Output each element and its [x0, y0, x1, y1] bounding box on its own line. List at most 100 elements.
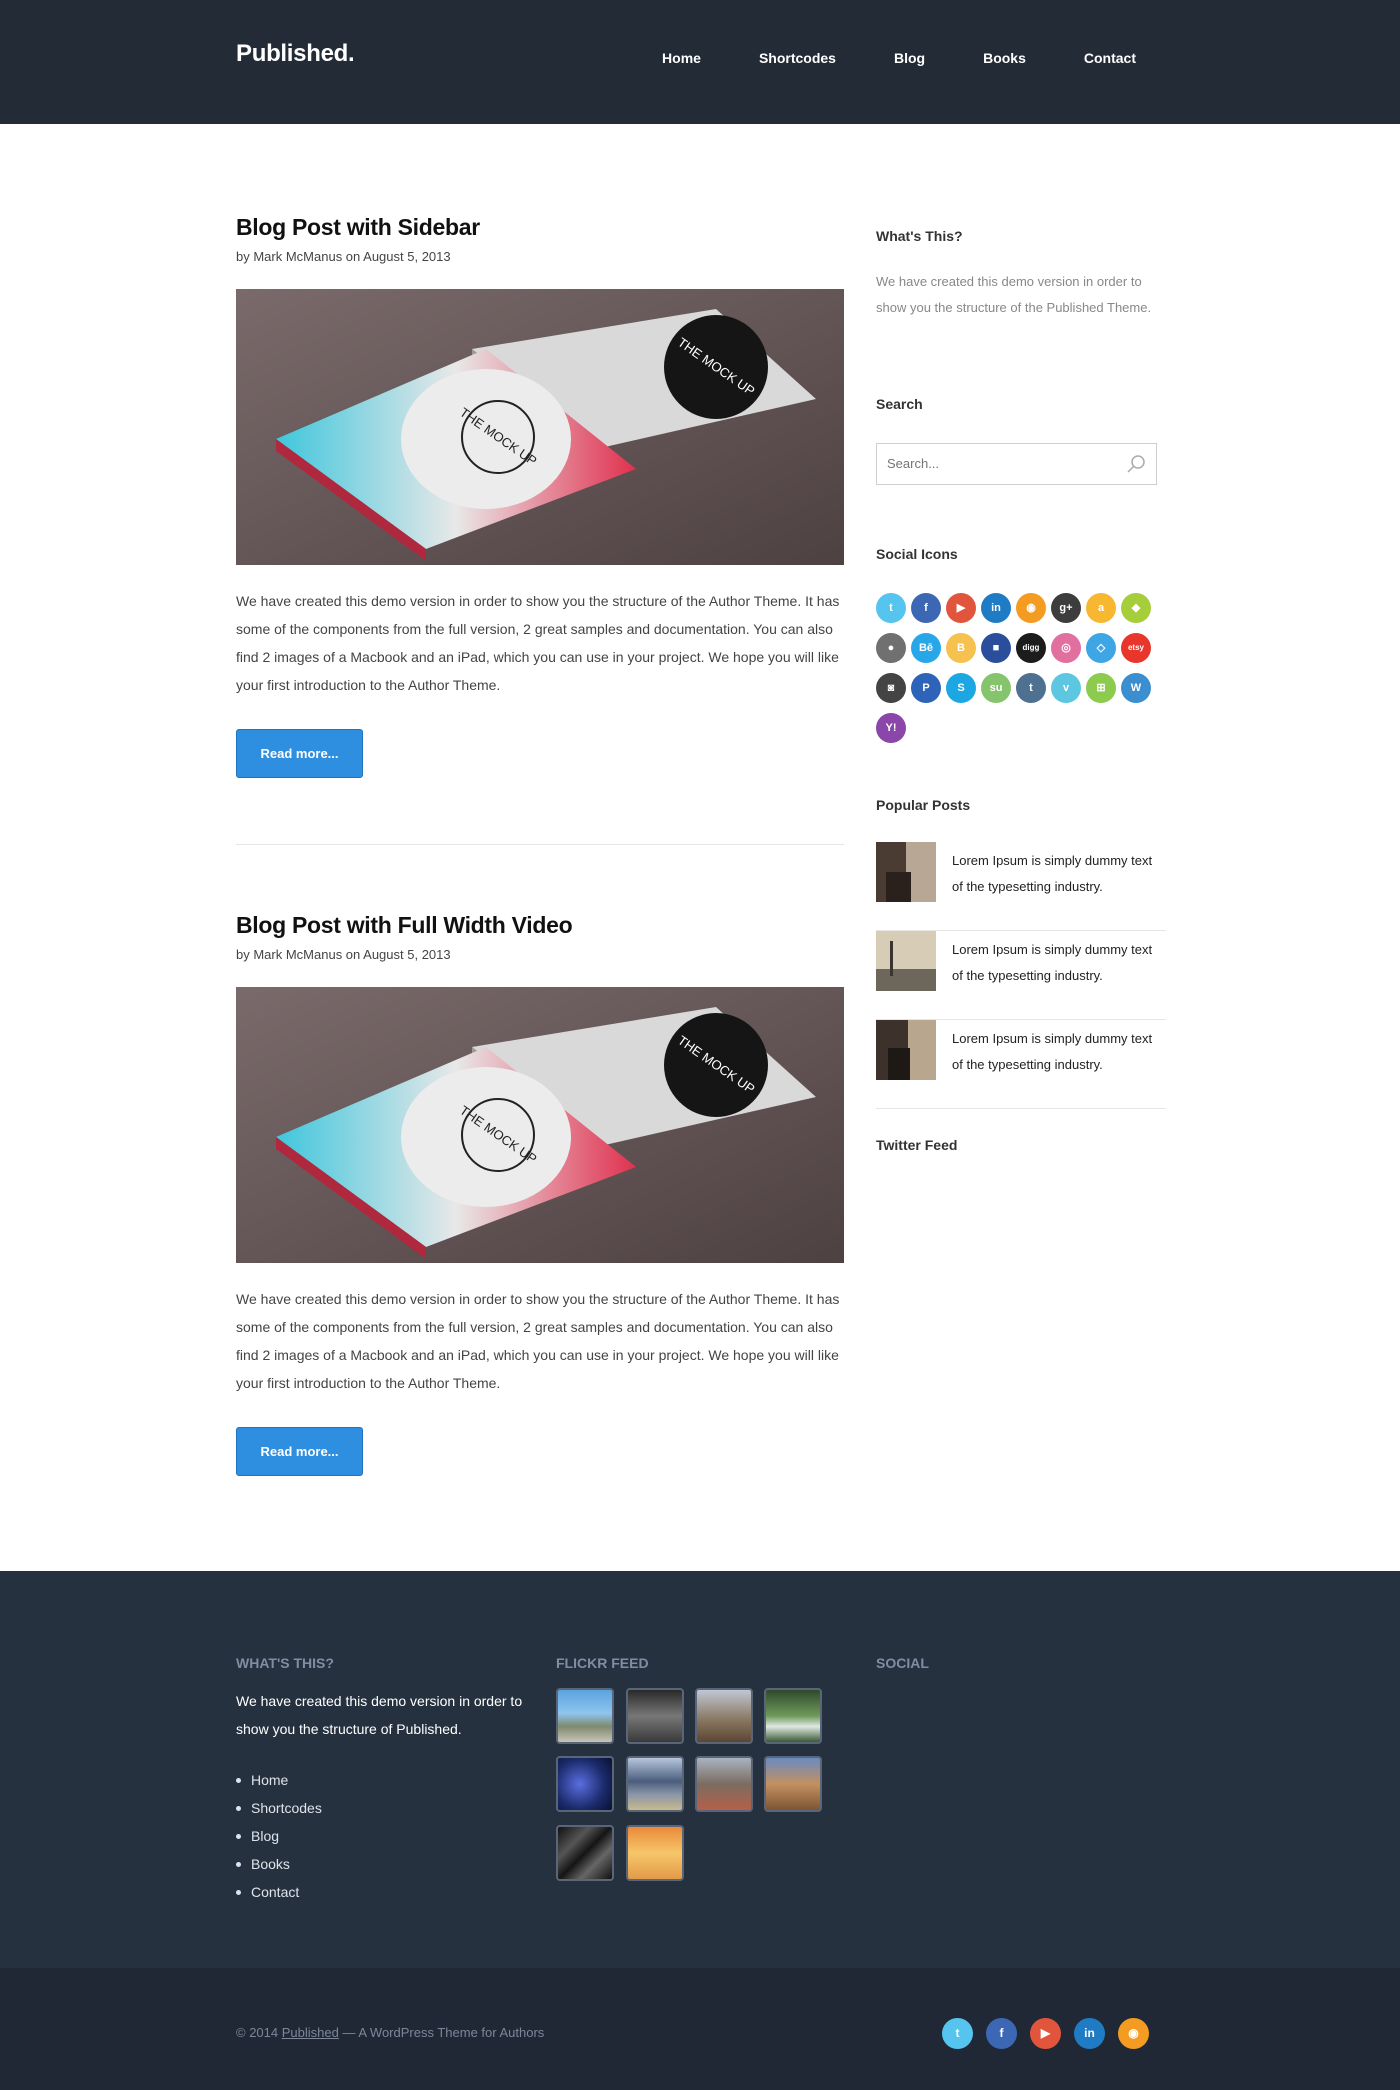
flickr-thumbnail[interactable] — [626, 1756, 684, 1812]
widget-title: Social Icons — [876, 546, 958, 562]
amazon-icon[interactable]: a — [1086, 593, 1116, 623]
widget-text: We have created this demo version in ord… — [876, 274, 1152, 315]
nav-books[interactable]: Books — [983, 50, 1026, 66]
post-title[interactable]: Blog Post with Sidebar — [236, 214, 844, 241]
linkedin-icon[interactable]: in — [1074, 2018, 1105, 2049]
flickr-thumbnail[interactable] — [556, 1825, 614, 1881]
stumbleupon-icon[interactable]: su — [981, 673, 1011, 703]
skype-icon[interactable]: S — [946, 673, 976, 703]
post-image[interactable]: THE MOCK UP THE MOCK UP — [236, 289, 844, 565]
footer-link-shortcodes[interactable]: Shortcodes — [236, 1794, 322, 1822]
sidebar-social-title-wrap: Social Icons — [876, 546, 1166, 562]
popular-post-title[interactable]: Lorem Ipsum is simply dummy text of the … — [952, 848, 1166, 900]
footer-link-blog[interactable]: Blog — [236, 1822, 322, 1850]
delicious-icon[interactable]: ■ — [981, 633, 1011, 663]
behance-icon[interactable]: Bē — [911, 633, 941, 663]
flickr-thumbnail[interactable] — [556, 1756, 614, 1812]
flickr-thumbnail[interactable] — [556, 1688, 614, 1744]
sidebar-search-title-wrap: Search — [876, 396, 1166, 412]
vimeo-icon[interactable]: v — [1051, 673, 1081, 703]
search-input[interactable] — [887, 456, 1107, 471]
popular-post-thumbnail — [876, 1020, 936, 1080]
post-meta: by Mark McManus on August 5, 2013 — [236, 947, 451, 962]
main-nav: Home Shortcodes Blog Books Contact — [604, 50, 1136, 66]
popular-post-thumbnail — [876, 931, 936, 991]
post-title[interactable]: Blog Post with Full Width Video — [236, 912, 844, 939]
footer-link-home[interactable]: Home — [236, 1766, 322, 1794]
footer-text: We have created this demo version in ord… — [236, 1693, 523, 1737]
flickr-thumbnail[interactable] — [626, 1688, 684, 1744]
rss-icon[interactable]: ◉ — [1118, 2018, 1149, 2049]
instagram-icon[interactable]: ◙ — [876, 673, 906, 703]
business-card-mockup-image: THE MOCK UP THE MOCK UP — [236, 289, 844, 565]
post-excerpt: We have created this demo version in ord… — [236, 593, 840, 693]
sidebar-twitter-title-wrap: Twitter Feed — [876, 1137, 1166, 1153]
apple-icon[interactable]: ● — [876, 633, 906, 663]
footer-title: WHAT'S THIS? — [236, 1655, 334, 1671]
popular-post[interactable]: Lorem Ipsum is simply dummy text of the … — [876, 842, 1166, 931]
flickr-thumbnail[interactable] — [626, 1825, 684, 1881]
digg-icon[interactable]: digg — [1016, 633, 1046, 663]
popular-post-title[interactable]: Lorem Ipsum is simply dummy text of the … — [952, 937, 1166, 989]
twitter-icon[interactable]: t — [876, 593, 906, 623]
google-plus-icon[interactable]: g+ — [1051, 593, 1081, 623]
footer-bottom-bar — [0, 1968, 1400, 2090]
widget-title: What's This? — [876, 228, 963, 244]
widget-title: Search — [876, 396, 923, 412]
facebook-icon[interactable]: f — [911, 593, 941, 623]
linkedin-icon[interactable]: in — [981, 593, 1011, 623]
youtube-icon[interactable]: ▶ — [946, 593, 976, 623]
sidebar-popular-title-wrap: Popular Posts — [876, 797, 1166, 813]
dribbble-icon[interactable]: ◎ — [1051, 633, 1081, 663]
copyright-prefix: © 2014 — [236, 2025, 282, 2040]
sidebar-whats-this: What's This? We have created this demo v… — [876, 228, 1166, 321]
flickr-thumbnail[interactable] — [764, 1688, 822, 1744]
tumblr-icon[interactable]: t — [1016, 673, 1046, 703]
blog-post: Blog Post with Full Width Video by Mark … — [236, 912, 844, 1476]
etsy-icon[interactable]: etsy — [1121, 633, 1151, 663]
post-meta: by Mark McManus on August 5, 2013 — [236, 249, 451, 264]
flickr-thumbnail[interactable] — [695, 1688, 753, 1744]
widget-title: Twitter Feed — [876, 1137, 958, 1153]
business-card-mockup-image: THE MOCK UP THE MOCK UP — [236, 987, 844, 1263]
yahoo-icon[interactable]: Y! — [876, 713, 906, 743]
nav-blog[interactable]: Blog — [894, 50, 925, 66]
copyright: © 2014 Published — A WordPress Theme for… — [236, 2025, 544, 2040]
read-more-button[interactable]: Read more... — [236, 1427, 363, 1476]
footer-link-contact[interactable]: Contact — [236, 1878, 322, 1906]
rss-icon[interactable]: ◉ — [1016, 593, 1046, 623]
twitter-icon[interactable]: t — [942, 2018, 973, 2049]
blog-post: Blog Post with Sidebar by Mark McManus o… — [236, 214, 844, 778]
copyright-brand-link[interactable]: Published — [282, 2025, 339, 2040]
nav-home[interactable]: Home — [662, 50, 701, 66]
site-header: Published. Home Shortcodes Blog Books Co… — [0, 0, 1400, 124]
footer-link-books[interactable]: Books — [236, 1850, 322, 1878]
copyright-suffix: — A WordPress Theme for Authors — [338, 2025, 545, 2040]
post-image[interactable]: THE MOCK UP THE MOCK UP — [236, 987, 844, 1263]
popular-post[interactable]: Lorem Ipsum is simply dummy text of the … — [876, 1020, 1166, 1109]
widget-title: Popular Posts — [876, 797, 971, 813]
flickr-thumbnail[interactable] — [764, 1756, 822, 1812]
youtube-icon[interactable]: ▶ — [1030, 2018, 1061, 2049]
site-logo[interactable]: Published. — [236, 40, 355, 68]
post-excerpt: We have created this demo version in ord… — [236, 1291, 840, 1391]
popular-post-title[interactable]: Lorem Ipsum is simply dummy text of the … — [952, 1026, 1166, 1078]
flickr-thumbnail[interactable] — [695, 1756, 753, 1812]
post-divider — [236, 844, 844, 845]
footer-title: SOCIAL — [876, 1655, 929, 1671]
android-icon[interactable]: ◆ — [1121, 593, 1151, 623]
read-more-button[interactable]: Read more... — [236, 729, 363, 778]
dropbox-icon[interactable]: ◇ — [1086, 633, 1116, 663]
popular-post[interactable]: Lorem Ipsum is simply dummy text of the … — [876, 931, 1166, 1020]
paypal-icon[interactable]: P — [911, 673, 941, 703]
search-icon[interactable] — [1126, 454, 1146, 474]
footer-title: FLICKR FEED — [556, 1655, 649, 1671]
facebook-icon[interactable]: f — [986, 2018, 1017, 2049]
footer-links: Home Shortcodes Blog Books Contact — [236, 1766, 322, 1906]
wordpress-icon[interactable]: W — [1121, 673, 1151, 703]
windows-icon[interactable]: ⊞ — [1086, 673, 1116, 703]
blogger-icon[interactable]: B — [946, 633, 976, 663]
search-box — [876, 443, 1157, 485]
nav-contact[interactable]: Contact — [1084, 50, 1136, 66]
nav-shortcodes[interactable]: Shortcodes — [759, 50, 836, 66]
